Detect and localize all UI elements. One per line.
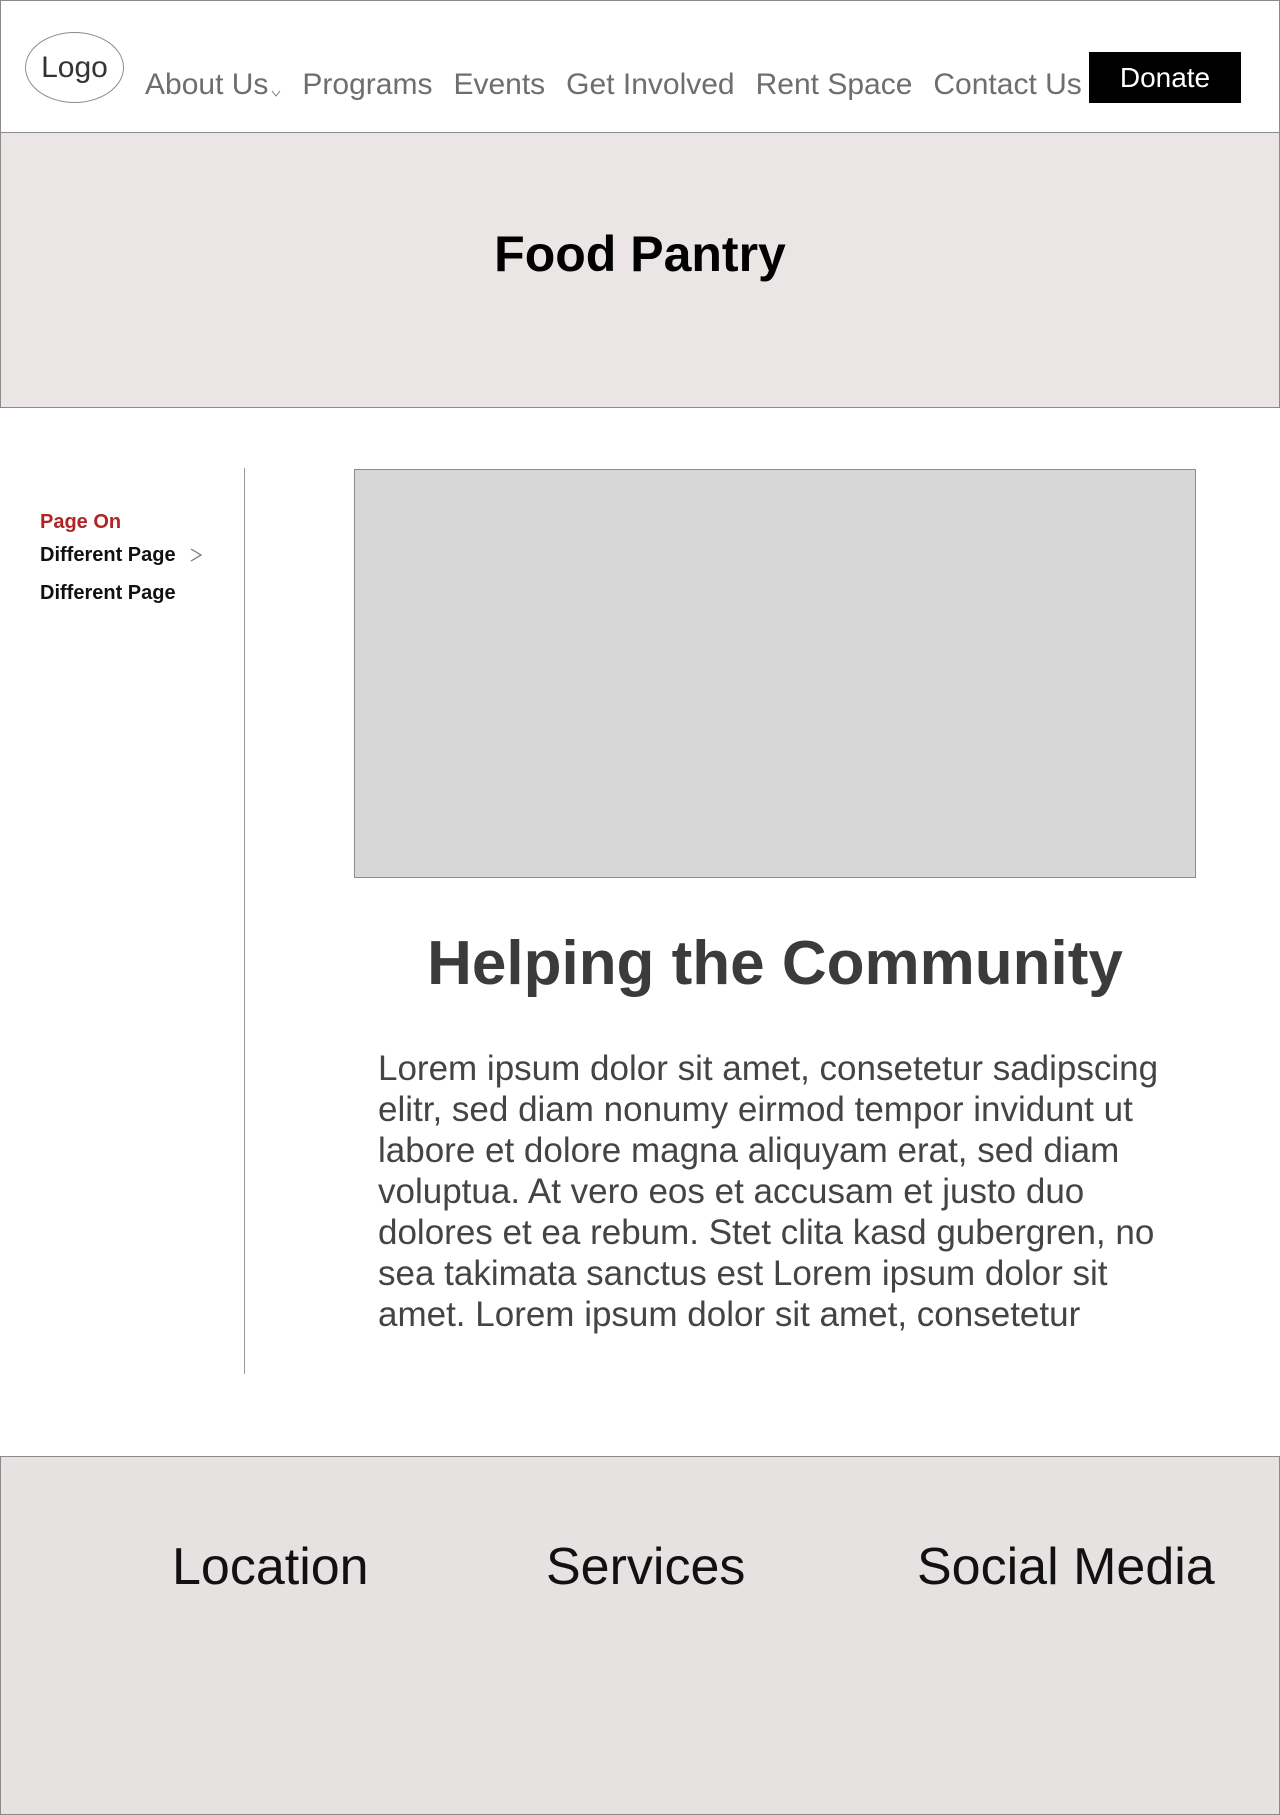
nav-item-about-us[interactable]: About Us (145, 68, 281, 102)
image-placeholder (354, 469, 1196, 878)
sidebar-item-different-page[interactable]: Different Page (40, 543, 204, 567)
sidebar-item-different-page[interactable]: Different Page (40, 581, 204, 605)
footer-social-media[interactable]: Social Media (917, 1537, 1215, 1597)
nav-item-events[interactable]: Events (453, 68, 545, 102)
sidebar-nav: Page On Different Page Different Page (40, 510, 204, 605)
chevron-down-icon (272, 90, 281, 97)
site-header: Logo About Us Programs Events Get Involv… (0, 0, 1280, 133)
hero-banner: Food Pantry (0, 132, 1280, 408)
section-heading: Helping the Community (427, 929, 1123, 998)
nav-item-get-involved[interactable]: Get Involved (566, 68, 734, 102)
page-title: Food Pantry (494, 226, 786, 282)
nav-item-rent-space[interactable]: Rent Space (756, 68, 913, 102)
sidebar-item-label: Page On (40, 511, 122, 533)
nav-item-label: About Us (145, 68, 269, 101)
footer-services[interactable]: Services (546, 1537, 745, 1597)
logo[interactable]: Logo (25, 32, 124, 103)
nav-item-programs[interactable]: Programs (302, 68, 432, 102)
sidebar: Page On Different Page Different Page (0, 468, 245, 1374)
body-text: Lorem ipsum dolor sit amet, consetetur s… (378, 1049, 1159, 1334)
main-nav: About Us Programs Events Get Involved Re… (145, 65, 1082, 105)
chevron-right-icon (190, 548, 202, 562)
nav-item-contact-us[interactable]: Contact Us (933, 68, 1081, 102)
sidebar-item-label: Different Page (40, 544, 176, 566)
page: Logo About Us Programs Events Get Involv… (0, 0, 1280, 1815)
site-footer: Location Services Social Media (0, 1456, 1280, 1815)
donate-button[interactable]: Donate (1089, 52, 1241, 103)
sidebar-item-page-on[interactable]: Page On (40, 510, 204, 534)
sidebar-item-label: Different Page (40, 582, 176, 604)
footer-location[interactable]: Location (172, 1537, 369, 1597)
